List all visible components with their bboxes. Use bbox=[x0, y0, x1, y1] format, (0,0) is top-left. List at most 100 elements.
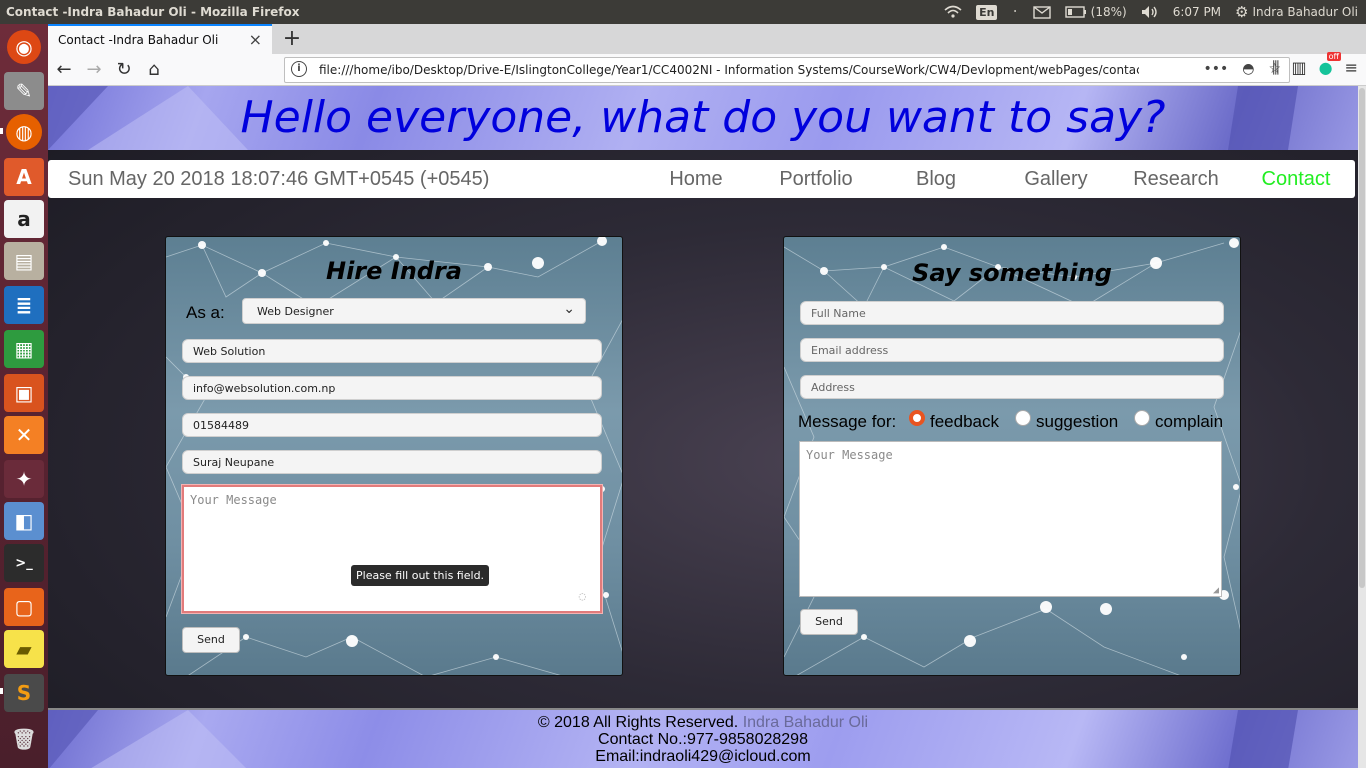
impress-icon[interactable]: ▣ bbox=[4, 374, 44, 412]
volume-icon[interactable] bbox=[1141, 5, 1159, 19]
option-complain-label[interactable]: complain bbox=[1155, 412, 1223, 432]
keyboard-layout-indicator[interactable]: En bbox=[976, 4, 998, 20]
tab-contact[interactable]: Contact -Indra Bahadur Oli × bbox=[48, 24, 272, 54]
terminal-icon[interactable]: >_ bbox=[4, 544, 44, 582]
library-icon[interactable]: ⫼ bbox=[1272, 58, 1279, 78]
nav-research[interactable]: Research bbox=[1121, 168, 1231, 191]
url-bar[interactable]: i file:///home/ibo/Desktop/Drive-E/Islin… bbox=[284, 57, 1290, 83]
email-field[interactable]: info@websolution.com.np bbox=[182, 376, 602, 400]
resize-handle-icon[interactable]: ◢ bbox=[1213, 585, 1219, 596]
gear-icon: ⚙ bbox=[1235, 3, 1249, 21]
page-scrollbar[interactable] bbox=[1358, 86, 1366, 768]
hire-title: Hire Indra bbox=[325, 257, 462, 285]
footer: © 2018 All Rights Reserved. Indra Bahadu… bbox=[48, 708, 1358, 768]
workspace-switcher-icon[interactable]: ▢ bbox=[4, 588, 44, 626]
window-title: Contact -Indra Bahadur Oli - Mozilla Fir… bbox=[6, 5, 300, 19]
company-field[interactable]: Web Solution bbox=[182, 339, 602, 363]
as-label: As a: bbox=[186, 303, 225, 322]
home-icon[interactable]: ⌂ bbox=[142, 58, 166, 82]
addon-badge: off bbox=[1326, 52, 1342, 61]
main-nav: Sun May 20 2018 18:07:46 GMT+0545 (+0545… bbox=[48, 160, 1355, 198]
radio-suggestion[interactable] bbox=[1015, 410, 1031, 426]
say-email-field[interactable]: Email address bbox=[800, 338, 1224, 362]
sublime-text-icon[interactable]: S bbox=[4, 674, 44, 712]
clock[interactable]: 6:07 PM bbox=[1173, 5, 1221, 19]
mail-icon[interactable] bbox=[1032, 5, 1051, 19]
role-select[interactable]: Web Designer ⌄ bbox=[242, 298, 586, 324]
radio-complain[interactable] bbox=[1134, 410, 1150, 426]
url-text[interactable]: file:///home/ibo/Desktop/Drive-E/Islingt… bbox=[319, 63, 1139, 77]
copyright-text: © 2018 All Rights Reserved. bbox=[537, 714, 739, 731]
nav-gallery[interactable]: Gallery bbox=[1001, 168, 1111, 191]
site-info-icon[interactable]: i bbox=[291, 61, 307, 77]
hire-message-textarea[interactable]: Your Message ◌ bbox=[182, 485, 602, 613]
new-tab-icon[interactable]: + bbox=[280, 26, 304, 51]
tab-bar: Contact -Indra Bahadur Oli × + bbox=[48, 24, 1366, 54]
writer-icon[interactable]: ≣ bbox=[4, 286, 44, 324]
amazon-icon[interactable]: a bbox=[4, 200, 44, 238]
scrollbar-thumb[interactable] bbox=[1359, 88, 1365, 588]
say-send-button[interactable]: Send bbox=[800, 609, 858, 635]
running-indicator bbox=[0, 688, 3, 694]
sidebar-icon[interactable]: ▥ bbox=[1292, 58, 1307, 78]
say-title: Say something bbox=[912, 259, 1112, 287]
nav-contact[interactable]: Contact bbox=[1241, 168, 1351, 191]
hire-send-button[interactable]: Send bbox=[182, 627, 240, 653]
option-feedback-label[interactable]: feedback bbox=[930, 412, 999, 432]
tab-title: Contact -Indra Bahadur Oli bbox=[58, 33, 219, 47]
option-suggestion-label[interactable]: suggestion bbox=[1036, 412, 1118, 432]
xampp-icon[interactable]: ✕ bbox=[4, 416, 44, 454]
nav-portfolio[interactable]: Portfolio bbox=[761, 168, 871, 191]
forward-icon[interactable]: → bbox=[82, 58, 106, 82]
hero-banner: Hello everyone, what do you want to say? bbox=[48, 86, 1358, 150]
grammarly-icon[interactable]: ● off bbox=[1319, 52, 1342, 78]
say-message-textarea[interactable]: Your Message ◢ bbox=[799, 441, 1222, 597]
radio-feedback[interactable] bbox=[909, 410, 925, 426]
pocket-icon[interactable]: ◓ bbox=[1242, 61, 1254, 77]
software-center-icon[interactable]: A bbox=[4, 158, 44, 196]
system-settings-icon[interactable]: ✎ bbox=[4, 72, 44, 110]
say-form-card: Say something Full Name Email address Ad… bbox=[783, 236, 1241, 676]
file-manager-icon[interactable]: ▤ bbox=[4, 242, 44, 280]
page-actions-icon[interactable]: ••• bbox=[1203, 61, 1228, 77]
nav-home[interactable]: Home bbox=[641, 168, 751, 191]
fullname-field[interactable]: Full Name bbox=[800, 301, 1224, 325]
web-page: Hello everyone, what do you want to say?… bbox=[48, 86, 1358, 768]
notes-icon[interactable]: ▰ bbox=[4, 630, 44, 668]
bluetooth-icon[interactable]: ᛫ bbox=[1011, 5, 1018, 19]
launcher: ◉ ✎ ◍ A a ▤ ≣ ▦ ▣ ✕ ✦ ◧ >_ ▢ ▰ S 🗑 bbox=[0, 24, 48, 768]
user-name: Indra Bahadur Oli bbox=[1252, 5, 1359, 19]
name-field[interactable]: Suraj Neupane bbox=[182, 450, 602, 474]
close-tab-icon[interactable]: × bbox=[249, 30, 262, 49]
battery-indicator[interactable]: (18%) bbox=[1064, 5, 1127, 19]
message-placeholder: Your Message bbox=[190, 493, 277, 507]
wifi-icon[interactable] bbox=[944, 5, 962, 19]
address-field[interactable]: Address bbox=[800, 375, 1224, 399]
phone-field[interactable]: 01584489 bbox=[182, 413, 602, 437]
indicators: En ᛫ (18%) 6:07 PM ⚙ Indra Bahadur Oli bbox=[944, 0, 1358, 24]
role-selected: Web Designer bbox=[257, 305, 334, 318]
footer-copyright-line: © 2018 All Rights Reserved. Indra Bahadu… bbox=[48, 714, 1358, 732]
bird-app-icon[interactable]: ✦ bbox=[4, 460, 44, 498]
current-datetime: Sun May 20 2018 18:07:46 GMT+0545 (+0545… bbox=[68, 168, 490, 190]
firefox-icon[interactable]: ◍ bbox=[6, 114, 42, 150]
toolbar-right: ⫼ ▥ ● off ≡ bbox=[1272, 52, 1358, 78]
hire-form-card: Hire Indra As a: Web Designer ⌄ Web Solu… bbox=[165, 236, 623, 676]
reload-icon[interactable]: ↻ bbox=[112, 58, 136, 82]
menu-icon[interactable]: ≡ bbox=[1345, 58, 1358, 78]
nav-blog[interactable]: Blog bbox=[881, 168, 991, 191]
validation-tooltip: Please fill out this field. bbox=[351, 565, 490, 586]
user-menu[interactable]: ⚙ Indra Bahadur Oli bbox=[1235, 3, 1358, 21]
resize-handle-icon[interactable]: ◌ bbox=[579, 589, 586, 603]
footer-contact: Contact No.:977-9858028298 bbox=[598, 731, 808, 748]
ubuntu-dash-icon[interactable]: ◉ bbox=[7, 30, 41, 64]
battery-icon bbox=[1064, 6, 1086, 18]
trash-icon[interactable]: 🗑 bbox=[4, 720, 44, 758]
hero-title: Hello everyone, what do you want to say? bbox=[240, 92, 1166, 143]
say-message-placeholder: Your Message bbox=[806, 448, 893, 462]
back-icon[interactable]: ← bbox=[52, 58, 76, 82]
chevron-down-icon: ⌄ bbox=[563, 301, 575, 317]
calc-icon[interactable]: ▦ bbox=[4, 330, 44, 368]
battery-percent: (18%) bbox=[1090, 5, 1127, 19]
virtualbox-icon[interactable]: ◧ bbox=[4, 502, 44, 540]
